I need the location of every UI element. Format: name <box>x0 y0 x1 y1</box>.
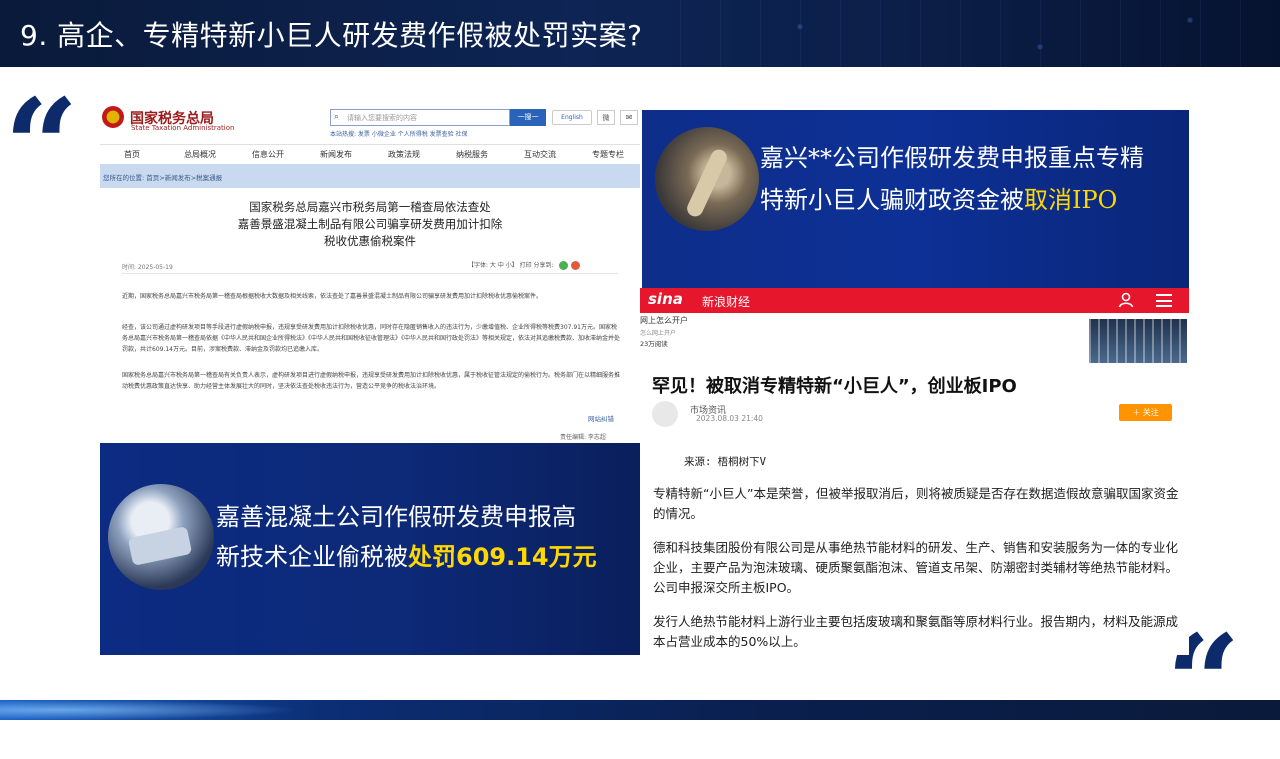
follow-button[interactable]: ＋ 关注 <box>1119 404 1172 421</box>
nav-item-interaction[interactable]: 互动交流 <box>524 149 556 160</box>
slide-footer <box>0 700 1280 720</box>
article-paragraph: 近期，国家税务总局嘉兴市税务局第一稽查局根据税收大数据及相关线索，依法查处了嘉善… <box>122 293 543 300</box>
font-size-controls[interactable]: 【字体: 大 中 小】 打印 分享到: <box>468 260 581 270</box>
ad-title[interactable]: 网上怎么开户 <box>640 315 688 326</box>
tablet-photo <box>108 484 214 590</box>
english-button[interactable]: English <box>552 110 592 125</box>
left-callout-plain: 新技术企业偷税被 <box>216 543 408 571</box>
nav-item-disclosure[interactable]: 信息公开 <box>252 149 284 160</box>
hot-searches[interactable]: 本站热搜: 发票 小微企业 个人所得税 发票查验 社保 <box>330 129 468 138</box>
avatar[interactable] <box>652 401 678 427</box>
tax-nav: 首页 总局概况 信息公开 新闻发布 政策法规 纳税服务 互动交流 专题专栏 <box>100 144 640 164</box>
article-paragraph: 专精特新“小巨人”本是荣誉，但被举报取消后，则将被质疑是否存在数据造假故意骗取国… <box>653 486 1179 521</box>
article-paragraph: 德和科技集团股份有限公司是从事绝热节能材料的研发、生产、销售和安装服务为一体的专… <box>653 540 1179 595</box>
right-callout-line2: 特新小巨人骗财政资金被取消IPO <box>760 180 1117 215</box>
article-headline-line1: 国家税务总局嘉兴市税务局第一稽查局依法查处 <box>249 200 491 214</box>
left-callout-line1: 嘉善混凝土公司作假研发费申报高 <box>216 503 576 531</box>
national-emblem-icon <box>102 106 124 128</box>
nav-item-policy[interactable]: 政策法规 <box>388 149 420 160</box>
responsible-editor: 责任编辑: 李志超 <box>560 434 606 441</box>
right-callout-line1: 嘉兴**公司作假研发费申报重点专精 <box>760 144 1144 172</box>
sina-top-bar: sina 新浪财经 <box>640 288 1189 313</box>
divider <box>122 273 618 274</box>
nav-item-home[interactable]: 首页 <box>124 149 140 160</box>
weibo-share-icon[interactable] <box>571 261 581 270</box>
article-source: 来源: 梧桐树下V <box>684 456 766 468</box>
header-decoration <box>680 0 1280 67</box>
right-callout-plain: 特新小巨人骗财政资金被 <box>760 186 1024 214</box>
left-callout-line2: 新技术企业偷税被处罚609.14万元 <box>216 537 597 572</box>
right-callout-banner: 嘉兴**公司作假研发费申报重点专精 特新小巨人骗财政资金被取消IPO <box>642 110 1189 288</box>
nav-item-overview[interactable]: 总局概况 <box>184 149 216 160</box>
nav-item-topics[interactable]: 专题专栏 <box>592 149 624 160</box>
tax-bureau-screenshot: 国家税务总局 State Taxation Administration ⌕ 请… <box>100 100 640 443</box>
right-callout-highlight: 取消IPO <box>1024 186 1118 214</box>
ad-image[interactable] <box>1089 319 1187 363</box>
office-photo <box>655 127 759 231</box>
weibo-icon[interactable]: 微 <box>597 110 615 125</box>
tax-search-placeholder: 请输入您要搜索的内容 <box>347 114 417 122</box>
wechat-share-icon[interactable] <box>558 261 568 270</box>
ad-read-count: 23万阅读 <box>640 340 668 348</box>
search-icon: ⌕ <box>334 112 340 122</box>
user-icon[interactable] <box>1118 292 1134 308</box>
open-quote-icon: “ <box>4 70 79 223</box>
tax-search-button[interactable]: 一搜一 <box>510 109 546 126</box>
ad-subtitle: 怎么网上开户 <box>640 330 677 337</box>
font-share-label[interactable]: 【字体: 大 中 小】 打印 分享到: <box>468 262 554 269</box>
left-callout-highlight: 处罚609.14万元 <box>408 543 597 571</box>
nav-item-service[interactable]: 纳税服务 <box>456 149 488 160</box>
article-date: 2023.08.03 21:40 <box>696 414 763 423</box>
slide-header: 9. 高企、专精特新小巨人研发费作假被处罚实案? <box>0 0 1280 67</box>
article-paragraph: 经查，该公司通过虚构研发项目等手段进行虚假纳税申报，违规享受研发费用加计扣除税收… <box>122 324 621 353</box>
slide-title: 9. 高企、专精特新小巨人研发费作假被处罚实案? <box>20 19 643 52</box>
breadcrumb[interactable]: 您所在的位置: 首页>新闻发布>税案通报 <box>100 164 640 188</box>
article-paragraph: 国家税务总局嘉兴市税务局第一稽查局有关负责人表示，虚构研发项目进行虚假纳税申报，… <box>122 372 621 390</box>
sina-article-screenshot: sina 新浪财经 网上怎么开户 怎么网上开户 23万阅读 罕见！被取消专精特新… <box>640 288 1189 655</box>
article-headline-line2: 嘉善景盛混凝土制品有限公司骗享研发费用加计扣除 <box>237 217 503 231</box>
left-callout-banner: 嘉善混凝土公司作假研发费申报高 新技术企业偷税被处罚609.14万元 <box>100 443 640 655</box>
nav-item-news[interactable]: 新闻发布 <box>320 149 352 160</box>
site-correction-link[interactable]: 网站纠错 <box>588 413 614 423</box>
footer-glow <box>0 700 300 720</box>
menu-icon[interactable] <box>1156 294 1172 307</box>
sina-channel[interactable]: 新浪财经 <box>702 293 750 310</box>
article-time: 时间: 2025-05-19 <box>122 264 173 271</box>
article-headline-line3: 税收优惠偷税案件 <box>324 234 416 248</box>
sina-logo[interactable]: sina <box>648 290 683 308</box>
mail-icon[interactable]: ✉ <box>620 110 638 125</box>
sina-article-title: 罕见！被取消专精特新“小巨人”，创业板IPO <box>652 376 1017 397</box>
tax-search-input[interactable]: ⌕ 请输入您要搜索的内容 <box>330 109 510 126</box>
tax-logo-en: State Taxation Administration <box>131 124 235 132</box>
article-paragraph: 发行人绝热节能材料上游行业主要包括废玻璃和聚氨酯等原材料行业。报告期内，材料及能… <box>653 614 1179 649</box>
tax-top-bar: 国家税务总局 State Taxation Administration ⌕ 请… <box>100 100 640 140</box>
